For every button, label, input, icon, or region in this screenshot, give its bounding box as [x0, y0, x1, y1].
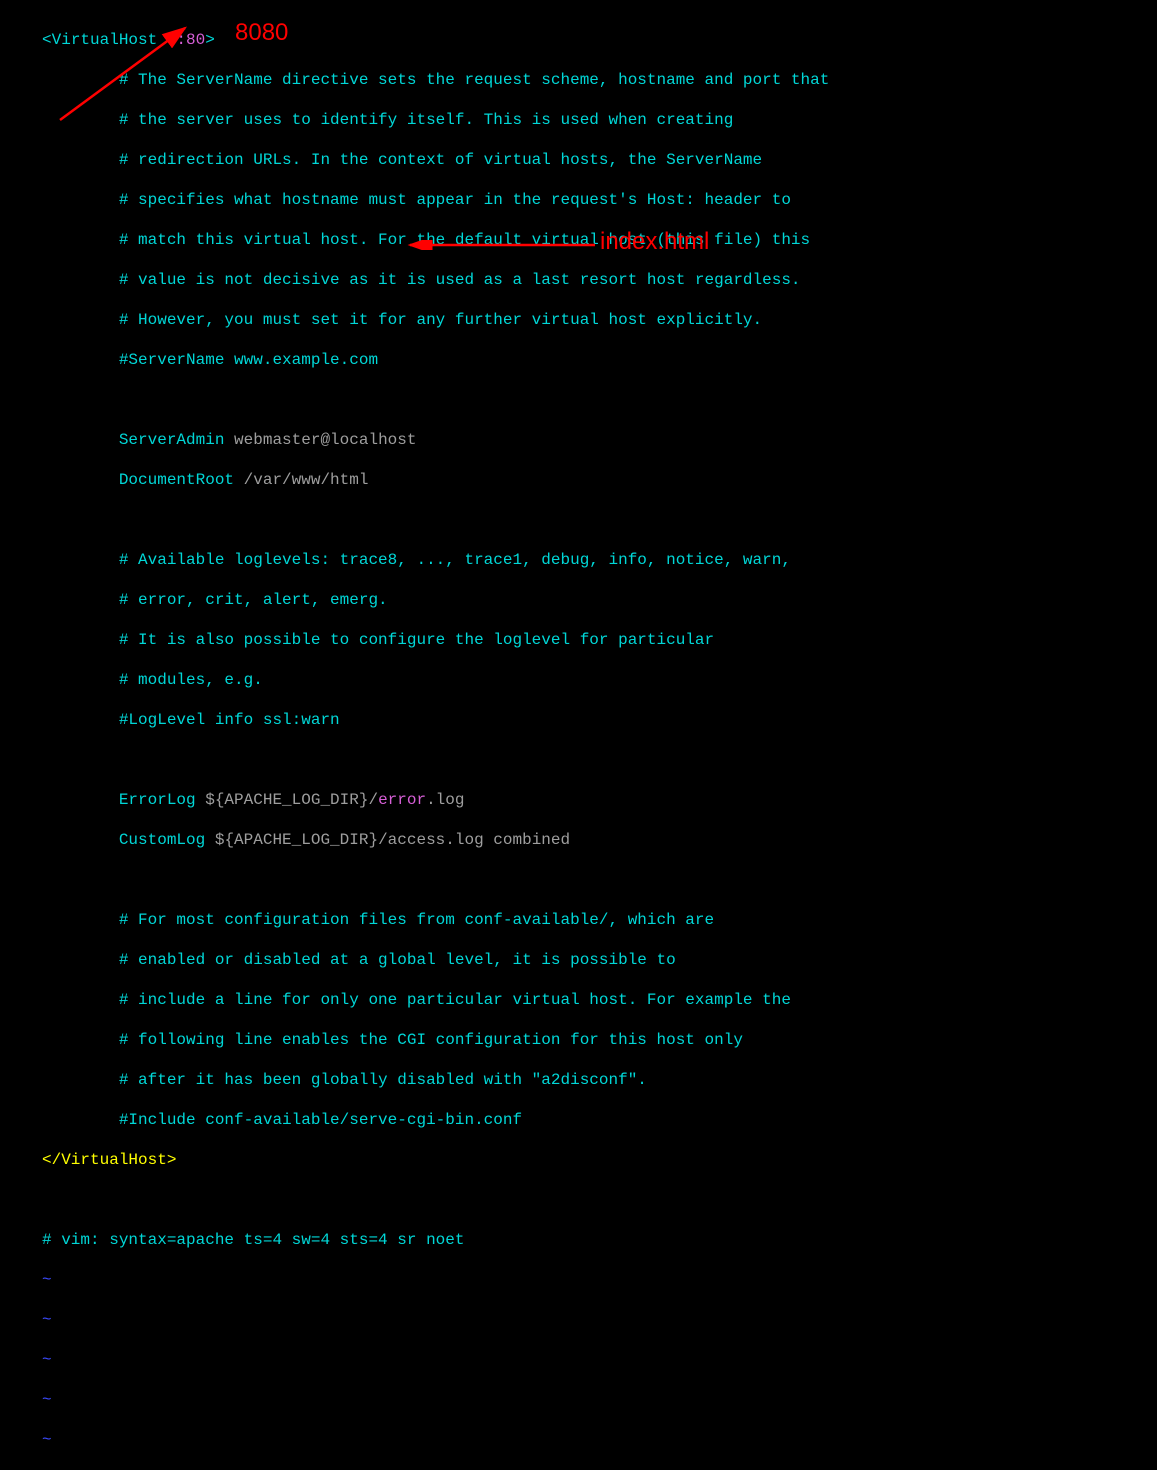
code-line: # modules, e.g. — [42, 670, 1157, 690]
code-editor[interactable]: <VirtualHost *:80> # The ServerName dire… — [0, 10, 1157, 1470]
code-line: #Include conf-available/serve-cgi-bin.co… — [42, 1110, 1157, 1130]
code-line: # match this virtual host. For the defau… — [42, 230, 1157, 250]
code-line: #LogLevel info ssl:warn — [42, 710, 1157, 730]
code-line: # It is also possible to configure the l… — [42, 630, 1157, 650]
code-line: DocumentRoot /var/www/html — [42, 470, 1157, 490]
code-line: <VirtualHost *:80> — [42, 30, 1157, 50]
code-line — [42, 390, 1157, 410]
code-line: # The ServerName directive sets the requ… — [42, 70, 1157, 90]
vim-tilde: ~ — [42, 1350, 1157, 1370]
code-line: # enabled or disabled at a global level,… — [42, 950, 1157, 970]
code-line: # error, crit, alert, emerg. — [42, 590, 1157, 610]
code-line: CustomLog ${APACHE_LOG_DIR}/access.log c… — [42, 830, 1157, 850]
vim-tilde: ~ — [42, 1430, 1157, 1450]
vim-tilde: ~ — [42, 1270, 1157, 1290]
code-line: # redirection URLs. In the context of vi… — [42, 150, 1157, 170]
code-line: # the server uses to identify itself. Th… — [42, 110, 1157, 130]
vim-tilde: ~ — [42, 1390, 1157, 1410]
code-line: #ServerName www.example.com — [42, 350, 1157, 370]
code-line: # include a line for only one particular… — [42, 990, 1157, 1010]
code-line: # specifies what hostname must appear in… — [42, 190, 1157, 210]
code-line: # vim: syntax=apache ts=4 sw=4 sts=4 sr … — [42, 1230, 1157, 1250]
code-line: # following line enables the CGI configu… — [42, 1030, 1157, 1050]
code-line — [42, 1190, 1157, 1210]
code-line: ErrorLog ${APACHE_LOG_DIR}/error.log — [42, 790, 1157, 810]
code-line: # However, you must set it for any furth… — [42, 310, 1157, 330]
code-line: ServerAdmin webmaster@localhost — [42, 430, 1157, 450]
code-line — [42, 510, 1157, 530]
code-line: # For most configuration files from conf… — [42, 910, 1157, 930]
code-line: </VirtualHost> — [42, 1150, 1157, 1170]
vim-tilde: ~ — [42, 1310, 1157, 1330]
code-line — [42, 870, 1157, 890]
code-line: # after it has been globally disabled wi… — [42, 1070, 1157, 1090]
code-line: # Available loglevels: trace8, ..., trac… — [42, 550, 1157, 570]
code-line: # value is not decisive as it is used as… — [42, 270, 1157, 290]
code-line — [42, 750, 1157, 770]
